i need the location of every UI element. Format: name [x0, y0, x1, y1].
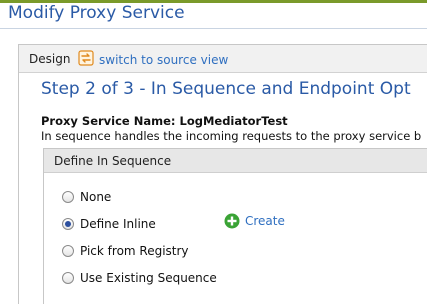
create-sequence-label: Create: [245, 214, 285, 228]
radio-option-use-existing-sequence[interactable]: Use Existing Sequence: [62, 270, 217, 286]
step-title: Step 2 of 3 - In Sequence and Endpoint O…: [41, 79, 411, 99]
tab-design[interactable]: Design: [29, 52, 70, 66]
radio-label-define-inline: Define Inline: [80, 217, 156, 231]
define-in-sequence-title: Define In Sequence: [54, 154, 172, 168]
proxy-editor-panel: Design switch to source view Step 2 of 3…: [18, 44, 427, 304]
radio-label-use-existing-sequence: Use Existing Sequence: [80, 271, 217, 285]
switch-to-source-view-link[interactable]: switch to source view: [99, 53, 228, 67]
radio-pick-from-registry[interactable]: [62, 245, 74, 257]
proxy-service-name: Proxy Service Name: LogMediatorTest: [41, 114, 288, 128]
radio-use-existing-sequence[interactable]: [62, 272, 74, 284]
plus-circle-icon: [224, 213, 240, 229]
radio-none[interactable]: [62, 191, 74, 203]
view-tab-strip: Design switch to source view: [19, 45, 427, 73]
radio-option-define-inline[interactable]: Define Inline: [62, 216, 156, 232]
radio-label-pick-from-registry: Pick from Registry: [80, 244, 189, 258]
radio-option-none[interactable]: None: [62, 189, 111, 205]
define-in-sequence-box: Define In Sequence None Define Inline Cr…: [43, 148, 427, 304]
radio-label-none: None: [80, 190, 112, 204]
page-title: Modify Proxy Service: [8, 3, 185, 23]
radio-define-inline[interactable]: [62, 218, 74, 230]
radio-option-pick-from-registry[interactable]: Pick from Registry: [62, 243, 189, 259]
title-divider: [0, 28, 427, 29]
create-sequence-button[interactable]: Create: [224, 213, 285, 229]
define-in-sequence-header: Define In Sequence: [44, 149, 427, 173]
switch-view-icon[interactable]: [78, 50, 94, 66]
in-sequence-description: In sequence handles the incoming request…: [41, 129, 422, 143]
